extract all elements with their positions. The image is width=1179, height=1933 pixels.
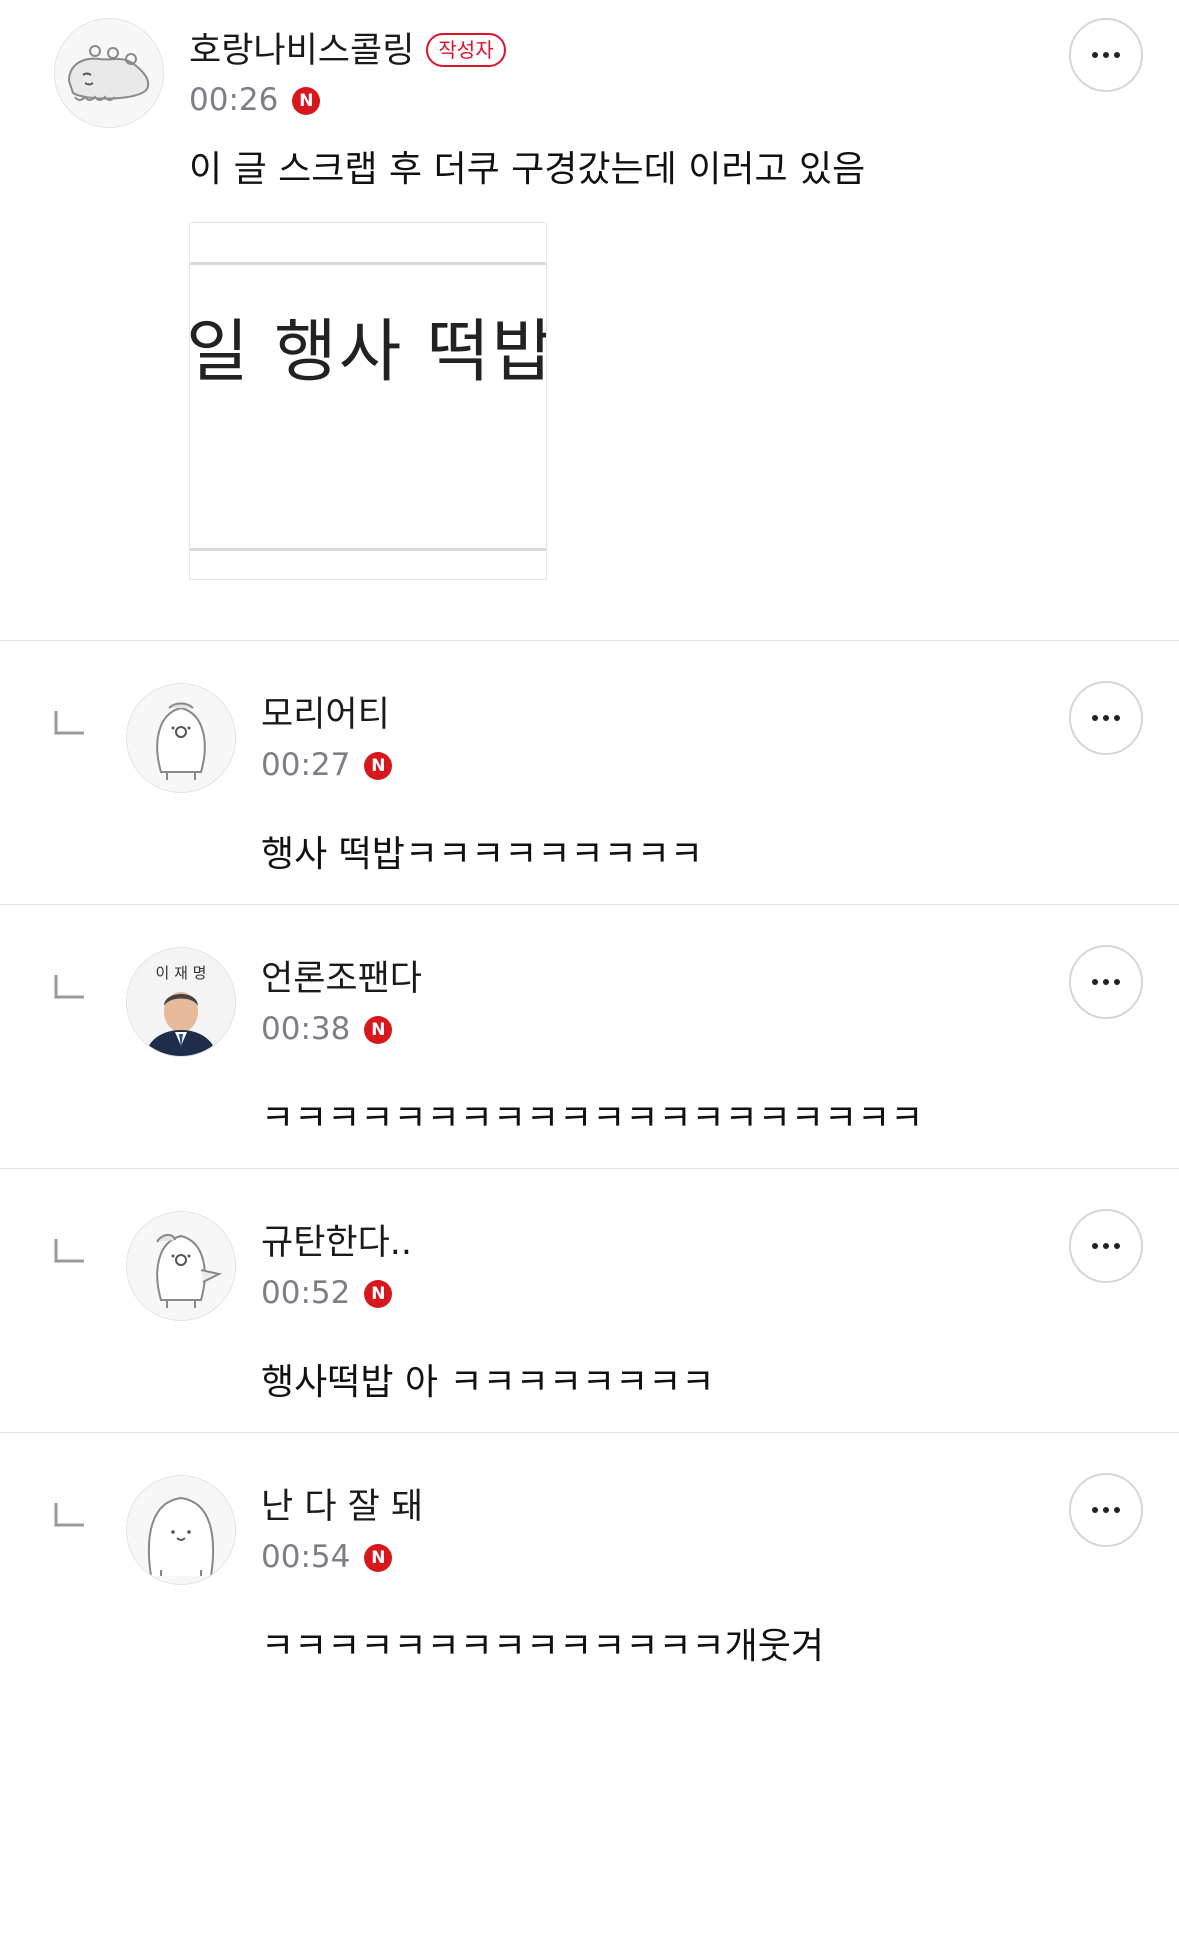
dot-icon [1092, 52, 1098, 58]
comment-text: ㅋㅋㅋㅋㅋㅋㅋㅋㅋㅋㅋㅋㅋㅋㅋㅋㅋㅋㅋㅋ [261, 1098, 924, 1139]
dot-icon [1092, 1243, 1098, 1249]
dot-icon [1103, 1507, 1109, 1513]
comment-author[interactable]: 규탄한다.. [261, 1226, 412, 1261]
comment-meta: 00:26 N [189, 82, 321, 118]
dot-icon [1103, 979, 1109, 985]
reply-arrow-icon [54, 1503, 84, 1527]
comment-author[interactable]: 모리어티 [261, 698, 390, 733]
comment-text: ㅋㅋㅋㅋㅋㅋㅋㅋㅋㅋㅋㅋㅋㅋ개웃겨 [261, 1626, 825, 1667]
portrait-avatar-icon[interactable]: 이 재 명 [126, 947, 236, 1057]
comment-time: 00:27 [261, 747, 351, 783]
dinosaur-avatar-icon[interactable] [54, 18, 164, 128]
comment-item: 호랑나비스콜링 작성자 00:26 N 이 글 스크랩 후 더쿠 구경갔는데 이러… [0, 0, 1179, 641]
dot-icon [1114, 715, 1120, 721]
comment-text: 이 글 스크랩 후 더쿠 구경갔는데 이러고 있음 [189, 149, 866, 190]
dot-icon [1092, 979, 1098, 985]
penguin-waving-avatar-icon[interactable] [126, 1211, 236, 1321]
more-options-button[interactable] [1069, 1473, 1143, 1547]
penguin-avatar-icon[interactable] [126, 683, 236, 793]
new-badge: N [364, 1543, 393, 1572]
comment-meta: 00:27 N [261, 747, 393, 783]
dot-icon [1114, 979, 1120, 985]
attachment-image-text: 일 행사 떡밥 [189, 313, 547, 392]
comment-time: 00:26 [189, 82, 279, 118]
dot-icon [1092, 1507, 1098, 1513]
reply-arrow-icon [54, 975, 84, 999]
new-badge: N [292, 86, 321, 115]
dot-icon [1092, 715, 1098, 721]
new-badge: N [364, 751, 393, 780]
more-options-button[interactable] [1069, 945, 1143, 1019]
avatar-caption: 이 재 명 [156, 964, 207, 982]
dot-icon [1114, 52, 1120, 58]
more-options-button[interactable] [1069, 1209, 1143, 1283]
comment-author[interactable]: 언론조팬다 [261, 962, 422, 997]
more-options-button[interactable] [1069, 681, 1143, 755]
dot-icon [1114, 1243, 1120, 1249]
reply-arrow-icon [54, 1239, 84, 1263]
new-badge: N [364, 1279, 393, 1308]
comment-meta: 00:52 N [261, 1275, 393, 1311]
comment-time: 00:38 [261, 1011, 351, 1047]
reply-item: 난 다 잘 돼 00:54 N ㅋㅋㅋㅋㅋㅋㅋㅋㅋㅋㅋㅋㅋㅋ개웃겨 [0, 1433, 1179, 1933]
comment-text: 행사 떡밥ㅋㅋㅋㅋㅋㅋㅋㅋㅋ [261, 834, 704, 875]
comment-meta: 00:54 N [261, 1539, 393, 1575]
author-badge: 작성자 [426, 33, 506, 67]
new-badge: N [364, 1015, 393, 1044]
reply-arrow-icon [54, 711, 84, 735]
comment-time: 00:52 [261, 1275, 351, 1311]
seal-avatar-icon[interactable] [126, 1475, 236, 1585]
more-options-button[interactable] [1069, 18, 1143, 92]
dot-icon [1103, 1243, 1109, 1249]
comment-text: 행사떡밥 아 ㅋㅋㅋㅋㅋㅋㅋㅋ [261, 1362, 715, 1403]
comment-author[interactable]: 호랑나비스콜링 작성자 [189, 33, 506, 69]
comment-meta: 00:38 N [261, 1011, 393, 1047]
image-divider-line [190, 262, 546, 265]
dot-icon [1103, 715, 1109, 721]
author-name[interactable]: 호랑나비스콜링 [189, 31, 414, 71]
comment-time: 00:54 [261, 1539, 351, 1575]
comment-author[interactable]: 난 다 잘 돼 [261, 1490, 423, 1525]
dot-icon [1103, 52, 1109, 58]
dot-icon [1114, 1507, 1120, 1513]
reply-item: 규탄한다.. 00:52 N 행사떡밥 아 ㅋㅋㅋㅋㅋㅋㅋㅋ [0, 1169, 1179, 1433]
reply-item: 모리어티 00:27 N 행사 떡밥ㅋㅋㅋㅋㅋㅋㅋㅋㅋ [0, 641, 1179, 905]
image-divider-line [190, 548, 546, 551]
reply-item: 이 재 명 언론조팬다 00:38 N ㅋㅋㅋㅋㅋㅋㅋㅋㅋㅋㅋㅋㅋㅋㅋㅋㅋㅋㅋㅋ [0, 905, 1179, 1169]
comment-image-attachment[interactable]: 일 행사 떡밥 [189, 222, 547, 580]
